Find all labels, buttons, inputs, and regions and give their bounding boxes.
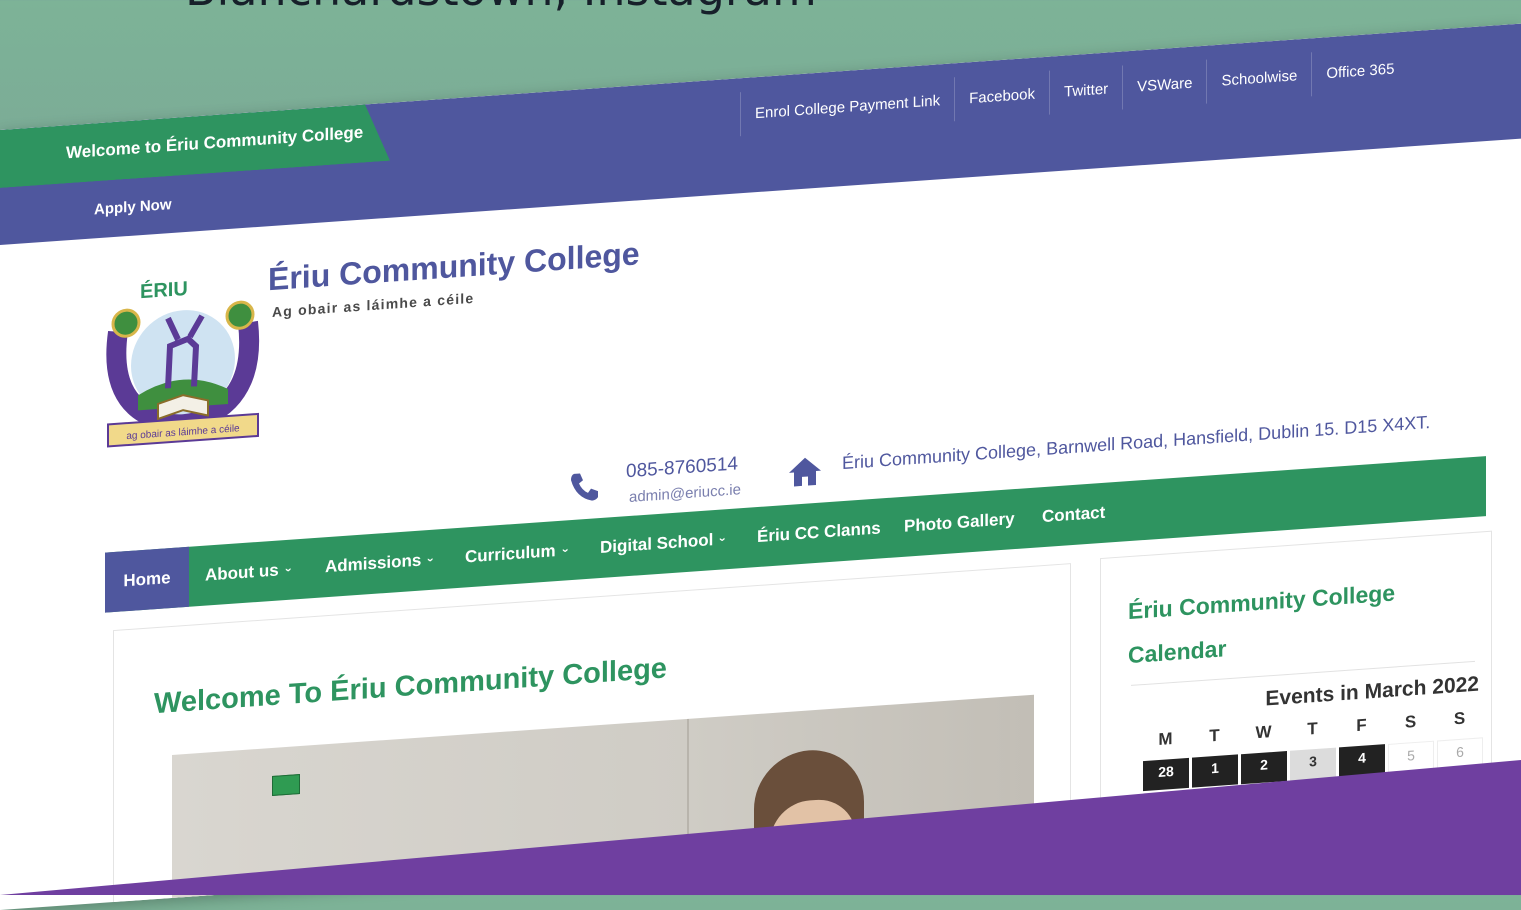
screenshot-stage: Welcome to Ériu Community College Apply … (0, 0, 1521, 910)
nav-label: Home (123, 568, 171, 591)
nav-eriu-cc-clanns[interactable]: Ériu CC Clanns (757, 498, 881, 567)
chevron-down-icon: › (424, 557, 439, 563)
top-links: Enrol College Payment Link Facebook Twit… (740, 45, 1409, 137)
day-header: T (1209, 725, 1220, 746)
nav-label: Curriculum (465, 541, 556, 567)
nav-photo-gallery[interactable]: Photo Gallery (904, 489, 1015, 557)
college-logo[interactable]: ÉRIU ag obair as láimhe a céile (98, 262, 263, 454)
home-icon (787, 454, 823, 489)
nav-label: Digital School (600, 530, 714, 558)
address-text: Ériu Community College, Barnwell Road, H… (842, 411, 1431, 474)
nav-admissions[interactable]: Admissions › (325, 530, 438, 598)
nav-label: About us (205, 560, 279, 585)
calendar-day-today[interactable]: 3 (1290, 747, 1336, 781)
chevron-down-icon: › (716, 536, 731, 542)
nav-label: Contact (1042, 502, 1106, 527)
top-link-twitter[interactable]: Twitter (1048, 65, 1123, 115)
day-header: M (1158, 729, 1173, 749)
apply-now-link[interactable]: Apply Now (94, 196, 172, 218)
nav-label: Photo Gallery (904, 509, 1015, 536)
top-link-enrol-payment[interactable]: Enrol College Payment Link (740, 77, 955, 137)
top-link-vsware[interactable]: VSWare (1122, 59, 1207, 110)
nav-contact[interactable]: Contact (1042, 483, 1105, 547)
nav-label: Admissions (325, 550, 422, 577)
top-link-facebook[interactable]: Facebook (954, 70, 1049, 122)
day-header: T (1307, 718, 1318, 739)
calendar-day[interactable]: 4 (1339, 744, 1385, 778)
logo-wordmark: ÉRIU (140, 277, 188, 303)
nav-digital-school[interactable]: Digital School › (600, 509, 730, 578)
nav-about-us[interactable]: About us › (205, 540, 296, 606)
top-bar: Welcome to Ériu Community College Apply … (0, 23, 1521, 245)
email-address[interactable]: admin@eriucc.ie (629, 481, 741, 506)
photo-exit-sign (272, 774, 300, 796)
chevron-down-icon: › (281, 567, 296, 573)
day-header: S (1404, 711, 1417, 732)
calendar-widget-title: Ériu Community College Calendar (1128, 579, 1396, 669)
day-header: W (1255, 722, 1272, 743)
phone-number[interactable]: 085-8760514 (626, 453, 738, 483)
top-link-office365[interactable]: Office 365 (1311, 45, 1409, 97)
calendar-day[interactable]: 28 (1143, 757, 1189, 792)
calendar-day[interactable]: 1 (1192, 754, 1238, 788)
website-page: Welcome to Ériu Community College Apply … (0, 23, 1521, 910)
top-link-schoolwise[interactable]: Schoolwise (1206, 52, 1312, 104)
day-header: F (1356, 715, 1367, 736)
day-header: S (1453, 708, 1466, 729)
main-heading: Welcome To Ériu Community College (154, 652, 667, 721)
calendar-day[interactable]: 2 (1241, 751, 1287, 785)
site-title[interactable]: Ériu Community College (268, 235, 640, 298)
nav-label: Ériu CC Clanns (757, 518, 881, 547)
nav-home[interactable]: Home (105, 546, 189, 613)
chevron-down-icon: › (558, 547, 573, 553)
phone-icon (568, 468, 602, 504)
nav-curriculum[interactable]: Curriculum › (465, 520, 573, 587)
